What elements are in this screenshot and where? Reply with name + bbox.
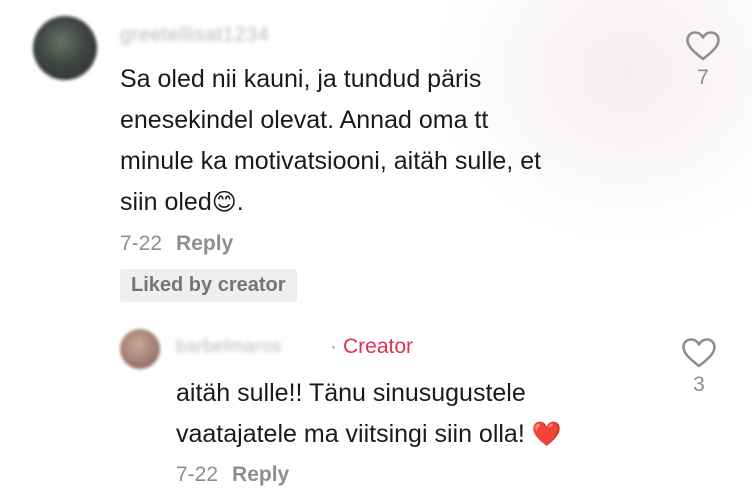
heart-outline-icon	[682, 338, 716, 368]
comment-text: Sa oled nii kauni, ja tundud päris enese…	[120, 59, 660, 223]
avatar[interactable]	[33, 16, 97, 80]
separator-dot: ·	[330, 335, 337, 358]
comment-thread: greetellisat1234 Sa oled nii kauni, ja t…	[0, 0, 752, 504]
comment-meta: 7-22 Reply	[120, 232, 233, 256]
avatar[interactable]	[120, 329, 160, 369]
comment-username[interactable]: greetellisat1234	[120, 24, 269, 47]
reply-line-text: vaatajatele ma viitsingi siin olla!	[176, 420, 525, 448]
comment-line: enesekindel olevat. Annad oma tt	[120, 106, 489, 134]
reply-line: aitäh sulle!! Tänu sinusugustele	[176, 379, 526, 407]
comment-line-end: .	[236, 188, 244, 216]
smiling-face-emoji-icon: 😊	[211, 188, 237, 216]
comment-line: Sa oled nii kauni, ja tundud päris	[120, 65, 482, 93]
red-heart-emoji-icon: ❤️	[531, 420, 562, 448]
reply-button[interactable]: Reply	[232, 463, 289, 486]
heart-outline-icon	[686, 31, 720, 61]
comment-line: siin oled😊.	[120, 182, 660, 223]
comment-date: 7-22	[120, 232, 163, 255]
reply-username[interactable]: barbelmaros	[176, 336, 282, 357]
creator-tag: · Creator	[330, 335, 413, 359]
reply-date: 7-22	[176, 463, 219, 486]
like-button[interactable]: 7	[683, 30, 723, 90]
reply-line: vaatajatele ma viitsingi siin olla! ❤️	[176, 414, 656, 455]
like-count: 3	[693, 373, 705, 396]
reply-meta: 7-22 Reply	[176, 463, 289, 487]
comment-line-text: siin oled	[120, 188, 212, 216]
reply-button[interactable]: Reply	[176, 232, 233, 255]
creator-label: Creator	[343, 335, 414, 358]
reply-text: aitäh sulle!! Tänu sinusugustele vaataja…	[176, 373, 656, 455]
like-button[interactable]: 3	[679, 337, 719, 397]
like-count: 7	[697, 66, 709, 89]
liked-by-creator-badge: Liked by creator	[120, 269, 297, 302]
comment-line: minule ka motivatsiooni, aitäh sulle, et	[120, 147, 542, 175]
